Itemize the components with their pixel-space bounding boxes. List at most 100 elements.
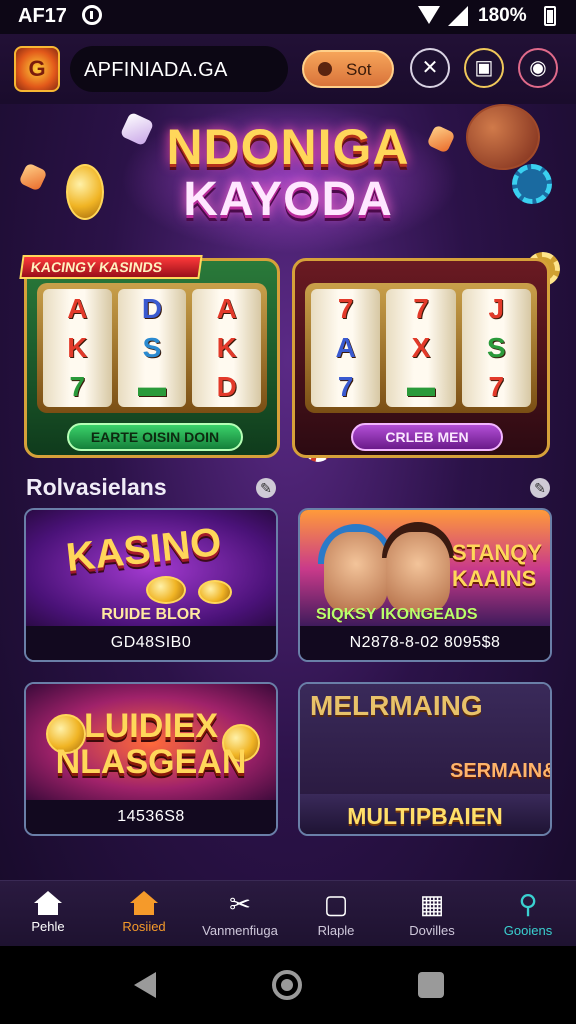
reel-symbol: J — [488, 292, 505, 324]
slot-right-button[interactable]: CRLEB MEN — [351, 423, 503, 451]
reel-symbol: A — [216, 292, 237, 324]
reel-symbol: ▬ — [406, 371, 435, 403]
reel-symbol: 7 — [69, 371, 86, 403]
section-title: Rolvasielans — [26, 474, 167, 500]
nav-label: Rlaple — [317, 923, 355, 938]
battery-icon — [544, 6, 556, 26]
reel-symbol: D — [141, 292, 163, 324]
pin-icon[interactable]: ✎ — [256, 478, 276, 498]
reel-symbol: X — [411, 331, 431, 363]
nav-item-rlaple[interactable]: ▢ Rlaple — [288, 881, 384, 946]
nav-item-dovilles[interactable]: ▦ Dovilles — [384, 881, 480, 946]
house-accent-icon — [130, 891, 158, 915]
nav-item-rosiied[interactable]: Rosiied — [96, 881, 192, 946]
bottom-nav: Pehle Rosiied ✂ Vanmenfiuga ▢ Rlaple ▦ D… — [0, 880, 576, 946]
grid-icon: ▦ — [419, 889, 445, 919]
slot-left-button[interactable]: EARTE OISIN DOIN — [67, 423, 243, 451]
hero-title-line2: KAYODA — [183, 173, 393, 226]
reel: J S 7 — [461, 289, 531, 407]
character-face — [324, 532, 388, 612]
hero-title-line1: NDONIGA — [166, 119, 410, 175]
reels: A K 7 D S ▬ A K D — [37, 283, 267, 413]
nav-item-vanmenfiuga[interactable]: ✂ Vanmenfiuga — [192, 881, 288, 946]
reel-symbol: 7 — [337, 292, 354, 324]
signal-icon — [448, 6, 468, 26]
sot-label: Sot — [346, 60, 372, 79]
game-card[interactable]: KASINO RUIDE BLOR GD48SIB0 — [24, 508, 278, 662]
game-card[interactable]: STANQY KAAINS SIQKSY IKONGEADS N2878-8-0… — [298, 508, 552, 662]
nav-item-home[interactable]: Pehle — [0, 881, 96, 946]
tools-icon: ✂ — [229, 889, 251, 919]
game-card-title: LUIDIEX NLASGEAN — [55, 707, 247, 781]
reel: 7 X ▬ — [386, 289, 456, 407]
game-card-caption: GD48SIB0 — [26, 626, 276, 660]
game-card[interactable]: LUIDIEX NLASGEAN 14536S8 — [24, 682, 278, 836]
game-card-title: STANQY KAAINS — [452, 540, 542, 591]
home-button-icon[interactable] — [272, 970, 302, 1000]
reel-symbol: ▬ — [138, 371, 166, 403]
coin-decoration — [146, 576, 186, 604]
game-card-subtitle: SERMAIN& — [450, 760, 552, 782]
pin-icon[interactable]: ✎ — [530, 478, 550, 498]
reel-symbol: 7 — [337, 371, 354, 403]
reel-symbol: D — [216, 371, 237, 403]
slot-machine-left[interactable]: KACINGY KASINDS A K 7 D S ▬ A K D EARTE … — [19, 255, 280, 458]
reel: A K 7 — [43, 289, 112, 407]
game-card-caption: MULTIPBAIEN — [300, 794, 550, 834]
reel-symbol: 7 — [413, 292, 429, 324]
status-bar: AF17 180% — [0, 0, 576, 34]
reels: 7 A 7 7 X ▬ J S 7 — [305, 283, 537, 413]
chat-icon[interactable]: ◉ — [518, 48, 558, 88]
search-icon — [318, 62, 332, 76]
nav-label: Dovilles — [409, 923, 455, 938]
notification-icon — [82, 5, 102, 25]
search-icon: ⚲ — [518, 889, 538, 919]
status-time: AF17 — [18, 5, 67, 27]
reel-symbol: S — [486, 331, 506, 363]
reel-symbol: K — [216, 331, 237, 363]
game-card-title: MELRMAING — [310, 690, 483, 721]
wallet-icon[interactable]: ▣ — [464, 48, 504, 88]
reel-symbol: K — [67, 331, 88, 363]
nav-label: Vanmenfiuga — [202, 923, 278, 938]
hero-banner[interactable]: NDONIGA KAYODA KACINGY KASINDS A K 7 D S… — [0, 104, 576, 464]
tools-icon[interactable]: ✕ — [410, 48, 450, 88]
reel: 7 A 7 — [311, 289, 381, 407]
game-card-caption: N2878-8-02 8095$8 — [300, 626, 550, 660]
reel: A K D — [192, 289, 262, 407]
reel-symbol: A — [67, 292, 88, 324]
game-card[interactable]: MELRMAING SERMAIN& MULTIPBAIEN — [298, 682, 552, 836]
game-card-subtitle: SIQKSY IKONGEADS — [316, 606, 478, 623]
game-card-art: STANQY KAAINS SIQKSY IKONGEADS — [300, 510, 550, 628]
game-card-art: KASINO RUIDE BLOR — [26, 510, 276, 628]
reel-symbol: S — [142, 331, 162, 363]
game-card-subtitle: RUIDE BLOR — [101, 606, 201, 623]
reel: D S ▬ — [117, 289, 187, 407]
app-logo[interactable]: G — [14, 46, 60, 92]
coin-decoration — [198, 580, 232, 604]
nav-item-gooiens[interactable]: ⚲ Gooiens — [480, 881, 576, 946]
nav-label: Rosiied — [122, 919, 166, 934]
game-card-title: KASINO — [64, 519, 224, 581]
battery-percent: 180% — [478, 5, 527, 26]
sot-button[interactable]: Sot — [302, 50, 394, 88]
game-card-art: MELRMAING SERMAIN& — [300, 684, 550, 802]
back-icon[interactable] — [134, 972, 156, 998]
reel-symbol: 7 — [488, 371, 505, 403]
home-icon — [34, 891, 62, 915]
reel-symbol: A — [335, 331, 356, 363]
logo-letter: G — [28, 56, 46, 81]
system-nav-bar — [0, 946, 576, 1024]
game-card-caption: 14536S8 — [26, 800, 276, 834]
game-card-art: LUIDIEX NLASGEAN — [26, 684, 276, 802]
app-header: G APFINIADA.GA Sot ✕ ▣ ◉ — [0, 34, 576, 104]
recents-icon[interactable] — [418, 972, 444, 998]
slot-machine-right[interactable]: 7 A 7 7 X ▬ J S 7 CRLEB MEN — [292, 258, 550, 458]
nav-label: Gooiens — [503, 923, 553, 938]
slot-tag: KACINGY KASINDS — [19, 255, 203, 279]
wifi-icon — [418, 6, 440, 24]
nav-label: Pehle — [31, 919, 65, 934]
address-bar[interactable]: APFINIADA.GA — [70, 46, 288, 92]
square-icon: ▢ — [323, 889, 349, 919]
character-face — [386, 532, 450, 612]
